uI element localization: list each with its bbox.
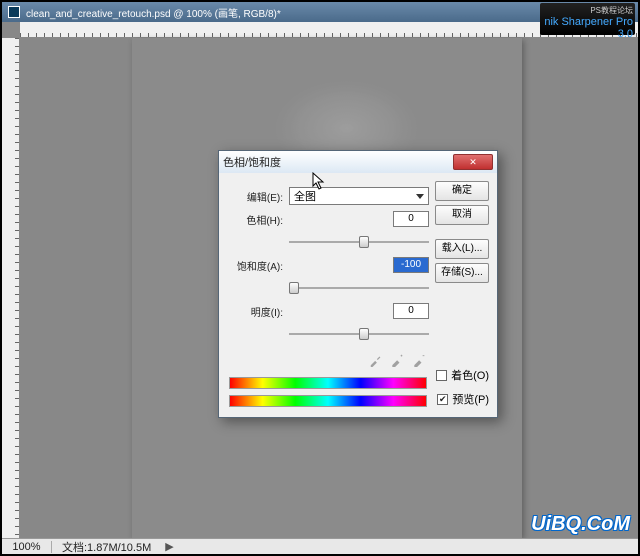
dialog-main: 编辑(E): 全图 色相(H): 0 饱和度(A): -1 bbox=[227, 181, 429, 409]
saturation-input[interactable]: -100 bbox=[393, 257, 429, 273]
zoom-level[interactable]: 100% bbox=[2, 541, 52, 553]
watermark-bottom: UiBQ.CoM bbox=[531, 513, 630, 536]
colorize-row[interactable]: 着色(O) bbox=[435, 367, 489, 383]
colorize-label: 着色(O) bbox=[451, 367, 489, 383]
dialog-side: 确定 取消 载入(L)... 存储(S)... 着色(O) ✔ 预览(P) bbox=[435, 181, 489, 409]
save-button[interactable]: 存储(S)... bbox=[435, 263, 489, 283]
hue-label: 色相(H): bbox=[227, 212, 283, 227]
hue-row: 色相(H): 0 bbox=[227, 211, 429, 227]
watermark-top-line1: PS教程论坛 bbox=[542, 5, 633, 16]
hue-spectrum-top bbox=[229, 377, 427, 389]
preview-row[interactable]: ✔ 预览(P) bbox=[435, 391, 489, 407]
watermark-top-line2: nik Sharpener Pro 3.0 bbox=[542, 16, 633, 40]
ruler-vertical[interactable] bbox=[2, 38, 20, 538]
hue-spectrum-bottom bbox=[229, 395, 427, 407]
saturation-slider-row bbox=[227, 279, 429, 297]
eyedropper-add-icon[interactable] bbox=[391, 353, 405, 367]
edit-label: 编辑(E): bbox=[227, 189, 283, 204]
preview-checkbox[interactable]: ✔ bbox=[437, 394, 448, 405]
document-info: 文档:1.87M/10.5M bbox=[52, 539, 161, 555]
dialog-body: 编辑(E): 全图 色相(H): 0 饱和度(A): -1 bbox=[219, 173, 497, 417]
saturation-slider[interactable] bbox=[289, 279, 429, 297]
load-button[interactable]: 载入(L)... bbox=[435, 239, 489, 259]
ps-icon bbox=[8, 6, 20, 18]
hue-saturation-dialog: 色相/饱和度 ✕ 编辑(E): 全图 色相(H): 0 bbox=[218, 150, 498, 418]
lightness-input[interactable]: 0 bbox=[393, 303, 429, 319]
hue-slider-row bbox=[227, 233, 429, 251]
statusbar: 100% 文档:1.87M/10.5M ▶ bbox=[2, 538, 638, 554]
close-button[interactable]: ✕ bbox=[453, 154, 493, 170]
dialog-title: 色相/饱和度 bbox=[223, 154, 453, 170]
lightness-slider-row bbox=[227, 325, 429, 343]
ok-button[interactable]: 确定 bbox=[435, 181, 489, 201]
cancel-button[interactable]: 取消 bbox=[435, 205, 489, 225]
lightness-label: 明度(I): bbox=[227, 304, 283, 319]
hue-slider[interactable] bbox=[289, 233, 429, 251]
eyedropper-icon[interactable] bbox=[369, 353, 383, 367]
dialog-titlebar[interactable]: 色相/饱和度 ✕ bbox=[219, 151, 497, 173]
hue-input[interactable]: 0 bbox=[393, 211, 429, 227]
chevron-down-icon bbox=[416, 194, 424, 199]
saturation-label: 饱和度(A): bbox=[227, 258, 283, 273]
edit-row: 编辑(E): 全图 bbox=[227, 187, 429, 205]
eyedropper-group bbox=[227, 349, 429, 371]
watermark-top: PS教程论坛 nik Sharpener Pro 3.0 bbox=[540, 3, 635, 35]
document-title: clean_and_creative_retouch.psd @ 100% (画… bbox=[26, 5, 281, 20]
eyedropper-subtract-icon[interactable] bbox=[413, 353, 427, 367]
colorize-swatch bbox=[436, 370, 447, 381]
preview-label: 预览(P) bbox=[452, 391, 489, 407]
lightness-row: 明度(I): 0 bbox=[227, 303, 429, 319]
docinfo-arrow-icon[interactable]: ▶ bbox=[161, 540, 177, 553]
edit-dropdown[interactable]: 全图 bbox=[289, 187, 429, 205]
saturation-row: 饱和度(A): -100 bbox=[227, 257, 429, 273]
edit-dropdown-value: 全图 bbox=[294, 188, 316, 204]
lightness-slider[interactable] bbox=[289, 325, 429, 343]
